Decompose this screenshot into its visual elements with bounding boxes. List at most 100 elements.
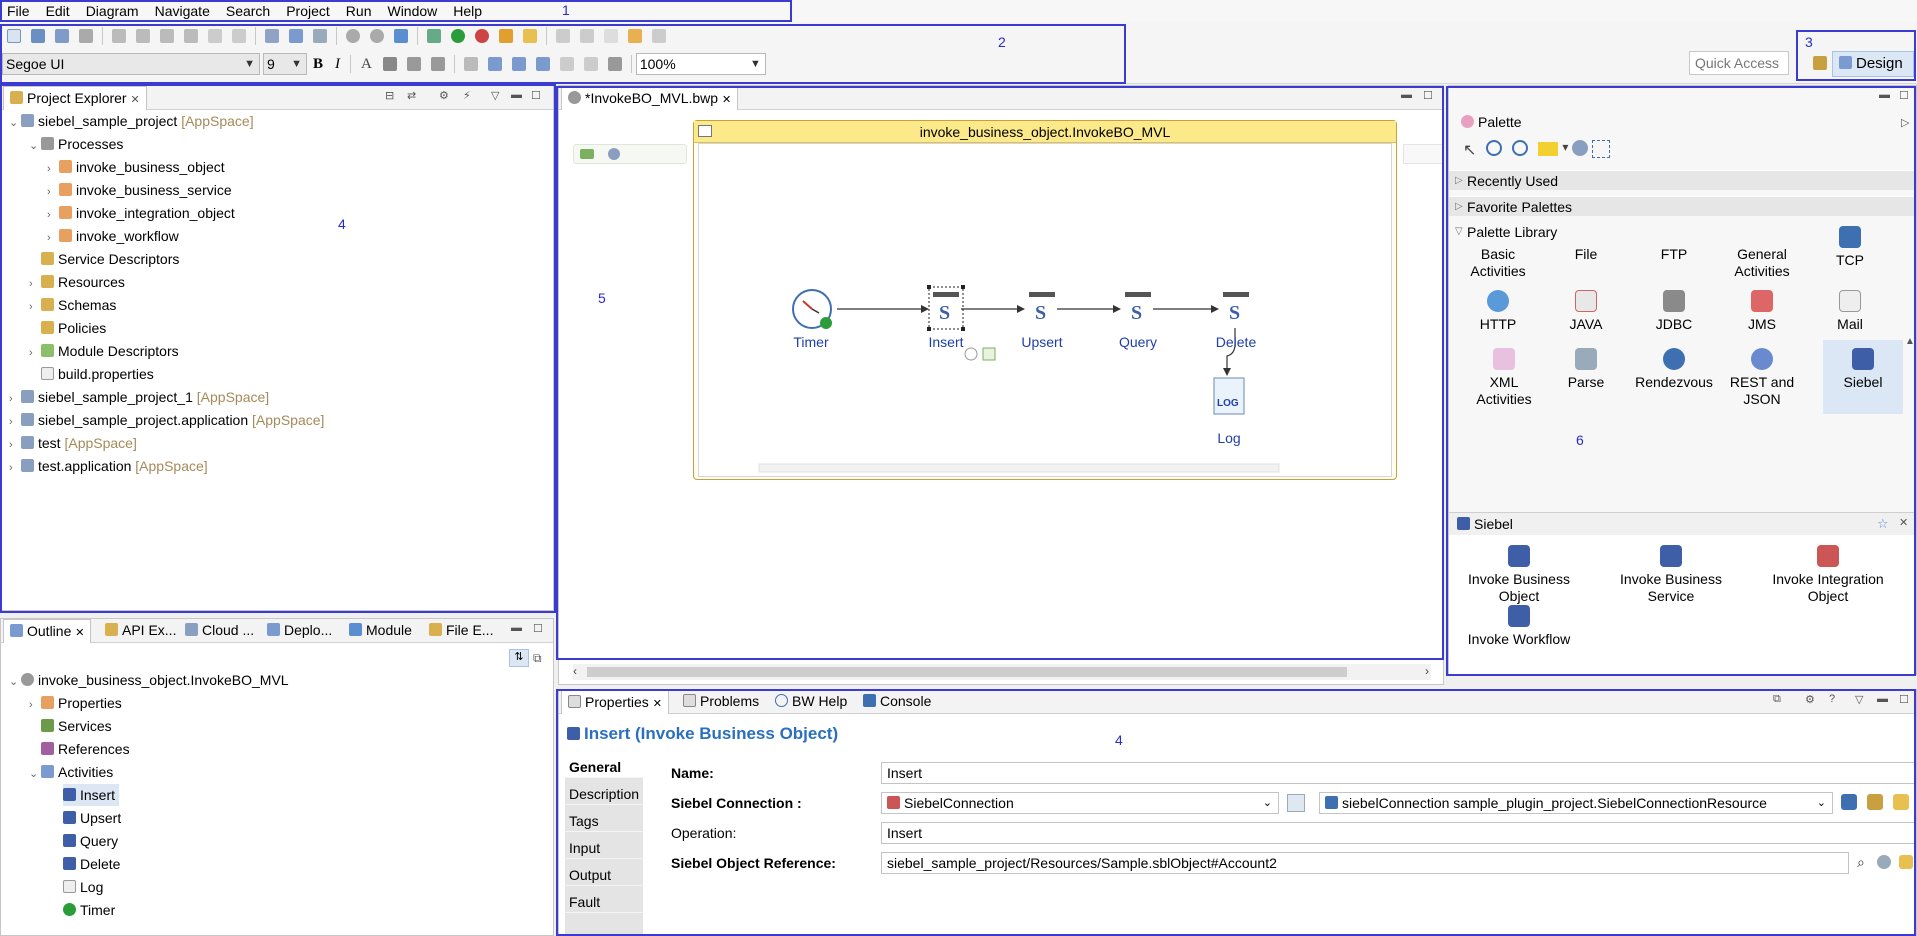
collapse-all-icon[interactable]: ⊟ bbox=[385, 89, 394, 102]
size-icon[interactable] bbox=[559, 57, 574, 71]
align-icon[interactable] bbox=[511, 57, 526, 71]
zoom-in-icon[interactable] bbox=[1486, 140, 1503, 156]
font-size-select[interactable]: 9 ▼ bbox=[263, 53, 307, 75]
close-icon[interactable]: ✕ bbox=[1899, 516, 1908, 529]
copy-format-icon[interactable] bbox=[463, 57, 478, 71]
tab-problems[interactable]: Problems bbox=[677, 690, 765, 714]
bold-button[interactable]: B bbox=[313, 56, 323, 73]
tree-item-policies[interactable]: Policies bbox=[29, 317, 106, 339]
maximize-icon[interactable]: ☐ bbox=[1899, 693, 1909, 706]
palette-item-general-activities[interactable]: General Activities bbox=[1723, 246, 1801, 280]
palette-item-tcp[interactable]: TCP bbox=[1811, 226, 1889, 269]
palette-item-ftp[interactable]: FTP bbox=[1635, 246, 1713, 263]
close-icon[interactable]: ✕ bbox=[722, 94, 731, 106]
pencil-icon[interactable] bbox=[523, 29, 537, 43]
select-tool-icon[interactable]: ↖ bbox=[1463, 140, 1476, 162]
maximize-icon[interactable]: ☐ bbox=[1899, 89, 1909, 102]
palette-section-recently-used[interactable]: ▷ Recently Used bbox=[1449, 170, 1916, 190]
forward-icon[interactable] bbox=[652, 29, 666, 43]
zoom-out-icon[interactable] bbox=[1512, 140, 1529, 156]
menu-file[interactable]: File bbox=[0, 0, 39, 21]
tree-item-siebel-sample-project-1[interactable]: › siebel_sample_project_1 [AppSpace] bbox=[9, 386, 269, 408]
new-icon[interactable] bbox=[7, 29, 21, 43]
next-annotation-icon[interactable] bbox=[556, 29, 570, 43]
name-input[interactable]: Insert bbox=[881, 762, 1916, 784]
node-label-delete[interactable]: Delete bbox=[1196, 334, 1276, 350]
siebel-activity-icon[interactable] bbox=[1223, 292, 1249, 297]
tree-item-schemas[interactable]: › Schemas bbox=[29, 294, 116, 316]
note-icon[interactable] bbox=[1538, 142, 1559, 156]
palette-item-basic-activities[interactable]: Basic Activities bbox=[1459, 246, 1537, 280]
outline-item-properties[interactable]: › Properties bbox=[29, 692, 122, 714]
tree-item-test-application[interactable]: › test.application [AppSpace] bbox=[9, 455, 208, 477]
tab-module[interactable]: Module bbox=[343, 619, 418, 643]
palette-section-favorite-palettes[interactable]: ▷ Favorite Palettes bbox=[1449, 196, 1916, 216]
siebel-activity-icon[interactable] bbox=[933, 292, 959, 297]
outline-item-references[interactable]: References bbox=[29, 738, 130, 760]
quick-access-input[interactable]: Quick Access bbox=[1689, 51, 1789, 75]
settings-icon[interactable] bbox=[370, 29, 384, 43]
palette-item-invoke-workflow[interactable]: Invoke Workflow bbox=[1459, 605, 1579, 648]
open-perspective-icon[interactable] bbox=[1813, 56, 1827, 70]
chevron-right-icon[interactable]: ▷ bbox=[1901, 116, 1909, 129]
scroll-left-icon[interactable]: ‹ bbox=[573, 664, 577, 678]
palette-item-jdbc[interactable]: JDBC bbox=[1635, 290, 1713, 333]
sort-icon[interactable]: ⇅ bbox=[509, 649, 529, 667]
minimize-icon[interactable]: ▬ bbox=[1401, 89, 1412, 101]
palette-item-jms[interactable]: JMS bbox=[1723, 290, 1801, 333]
distribute-icon[interactable] bbox=[535, 57, 550, 71]
tree-item-invoke-integration-object[interactable]: › invoke_integration_object bbox=[47, 202, 235, 224]
node-label-insert[interactable]: Insert bbox=[906, 334, 986, 350]
help-icon[interactable]: ? bbox=[1829, 693, 1835, 705]
tab-api-explorer[interactable]: API Ex... bbox=[99, 619, 182, 643]
palette-item-siebel[interactable]: Siebel bbox=[1823, 340, 1903, 414]
tree-item-resources[interactable]: › Resources bbox=[29, 271, 125, 293]
star-icon[interactable]: ☆ bbox=[1877, 516, 1889, 532]
node-label-query[interactable]: Query bbox=[1098, 334, 1178, 350]
palette-item-parse[interactable]: Parse bbox=[1547, 348, 1625, 391]
tab-console[interactable]: Console bbox=[857, 690, 937, 714]
side-tab-general[interactable]: General bbox=[565, 756, 643, 778]
close-icon[interactable]: ✕ bbox=[130, 94, 139, 106]
minimize-icon[interactable]: ▬ bbox=[1879, 89, 1890, 101]
tree-item-invoke-business-service[interactable]: › invoke_business_service bbox=[47, 179, 232, 201]
outline-item-upsert[interactable]: Upsert bbox=[63, 807, 121, 829]
italic-button[interactable]: I bbox=[335, 56, 340, 73]
tab-invokebo-mvl[interactable]: *InvokeBO_MVL.bwp ✕ bbox=[561, 86, 739, 110]
edit-reference-icon[interactable] bbox=[1899, 855, 1913, 869]
maximize-icon[interactable]: ☐ bbox=[531, 89, 541, 102]
prev-annotation-icon[interactable] bbox=[580, 29, 594, 43]
resource-picker-icon[interactable] bbox=[1841, 794, 1857, 810]
line-color-icon[interactable] bbox=[406, 57, 421, 71]
side-tab-tags[interactable]: Tags bbox=[565, 810, 643, 832]
palette-item-rest-json[interactable]: REST and JSON bbox=[1723, 348, 1801, 408]
outline-item-timer[interactable]: Timer bbox=[63, 899, 115, 921]
print-icon[interactable] bbox=[79, 29, 93, 43]
outline-item-log[interactable]: Log bbox=[63, 876, 103, 898]
link-icon[interactable] bbox=[1572, 140, 1589, 156]
palette-item-mail[interactable]: Mail bbox=[1811, 290, 1889, 333]
open-editor-icon[interactable]: ⧉ bbox=[1773, 693, 1781, 706]
outline-item-insert[interactable]: Insert bbox=[63, 784, 120, 806]
tab-outline[interactable]: Outline ✕ bbox=[3, 619, 92, 643]
editor-horizontal-scrollbar[interactable]: ‹ › bbox=[573, 664, 1431, 680]
sync-icon[interactable]: ⚡ bbox=[463, 89, 471, 102]
font-color-button[interactable]: A bbox=[361, 56, 372, 73]
menu-project[interactable]: Project bbox=[279, 0, 339, 21]
info-icon[interactable] bbox=[608, 148, 620, 160]
step-return-icon[interactable] bbox=[232, 29, 246, 43]
arrange-icon[interactable] bbox=[487, 57, 502, 71]
pause-icon[interactable] bbox=[136, 29, 150, 43]
siebel-drawer-header[interactable]: Siebel bbox=[1449, 513, 1916, 535]
run-green-icon[interactable] bbox=[451, 29, 465, 43]
close-icon[interactable]: ✕ bbox=[75, 627, 84, 639]
tab-bw-help[interactable]: BW Help bbox=[769, 690, 853, 714]
siebel-activity-icon[interactable] bbox=[1125, 292, 1151, 297]
chevron-down-icon[interactable]: ▾ bbox=[1562, 140, 1568, 162]
fill-color-icon[interactable] bbox=[382, 57, 397, 71]
refresh-resource-icon[interactable] bbox=[1893, 794, 1909, 810]
minimize-icon[interactable]: ▬ bbox=[511, 622, 522, 634]
tree-item-siebel-sample-project-application[interactable]: › siebel_sample_project.application [AppS… bbox=[9, 409, 324, 431]
menu-run[interactable]: Run bbox=[339, 0, 381, 21]
pin-icon[interactable]: ⚙ bbox=[1805, 693, 1815, 706]
